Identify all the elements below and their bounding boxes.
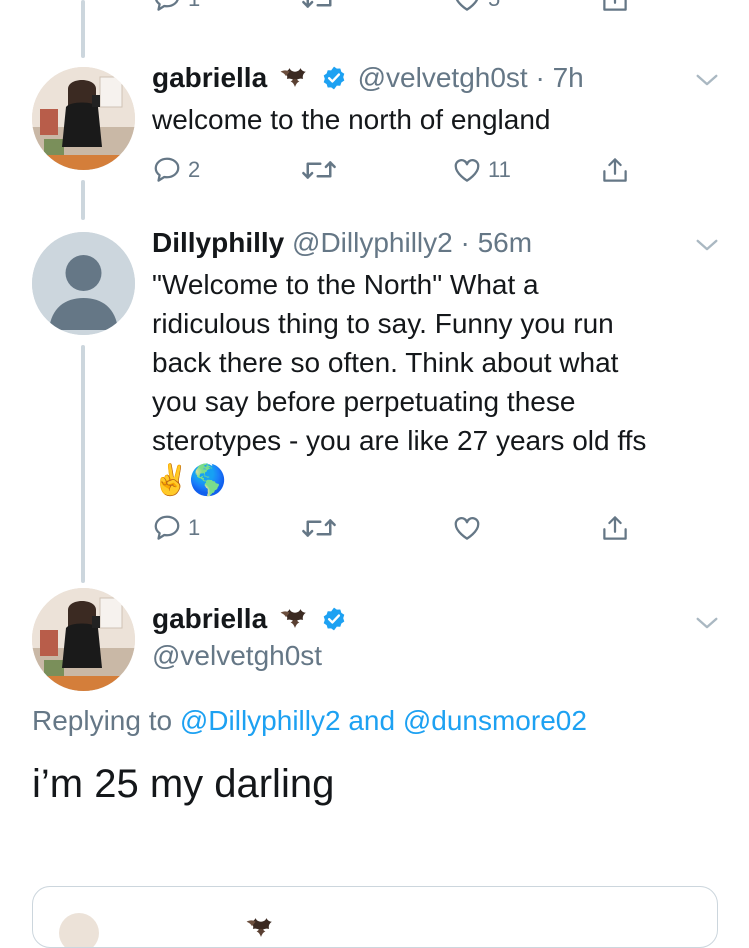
dot-separator: · xyxy=(452,227,478,258)
tweet-text-line: "Welcome to the North" What a xyxy=(152,269,539,300)
display-name[interactable]: gabriella xyxy=(152,603,267,634)
like-action[interactable] xyxy=(452,513,482,543)
retweet-icon xyxy=(300,513,338,543)
share-icon xyxy=(600,155,630,185)
handle[interactable]: @Dillyphilly2 xyxy=(292,227,453,258)
reply-icon xyxy=(152,513,182,543)
tweet-text-line: back there so often. Think about what xyxy=(152,347,619,378)
reply-action[interactable]: 1 xyxy=(152,513,200,543)
share-icon xyxy=(600,513,630,543)
thread-line-top xyxy=(81,0,85,58)
bat-icon xyxy=(277,604,313,634)
reply-icon xyxy=(152,0,182,14)
timestamp[interactable]: 56m xyxy=(478,227,532,258)
like-action[interactable]: 11 xyxy=(452,155,511,185)
timestamp[interactable]: 7h xyxy=(553,62,584,93)
mention-dillyphilly[interactable]: @Dillyphilly2 xyxy=(180,705,341,736)
thread-line-1 xyxy=(81,180,85,220)
thread-line-2 xyxy=(81,345,85,583)
handle[interactable]: @velvetgh0st xyxy=(358,62,528,93)
like-icon xyxy=(452,513,482,543)
top-like-count: 5 xyxy=(488,0,500,12)
like-count: 11 xyxy=(488,157,511,182)
tweet-text-line: you say before perpetuating these xyxy=(152,386,576,417)
top-reply-action[interactable]: 1 xyxy=(152,0,200,14)
replying-to: Replying to @Dillyphilly2 and @dunsmore0… xyxy=(32,705,587,737)
default-avatar-icon xyxy=(32,232,135,335)
chevron-down-icon[interactable] xyxy=(693,66,721,94)
handle[interactable]: @velvetgh0st xyxy=(152,640,322,672)
display-name[interactable]: gabriella xyxy=(152,62,267,93)
replying-prefix: Replying to xyxy=(32,705,173,736)
top-like-action[interactable]: 5 xyxy=(452,0,500,14)
tweet-text-line: ridiculous thing to say. Funny you run xyxy=(152,308,614,339)
share-action[interactable] xyxy=(600,155,630,185)
retweet-action[interactable] xyxy=(300,513,338,543)
like-icon xyxy=(452,155,482,185)
tweet-text: "Welcome to the North" What a ridiculous… xyxy=(152,265,646,502)
share-action[interactable] xyxy=(600,513,630,543)
focused-tweet-text: i’m 25 my darling xyxy=(32,762,335,806)
quoted-avatar xyxy=(59,913,99,947)
reply-count: 1 xyxy=(188,515,201,540)
replying-and[interactable]: and xyxy=(348,705,395,736)
tweet-text-line: sterotypes - you are like 27 years old f… xyxy=(152,425,647,456)
share-icon xyxy=(600,0,630,14)
dot-separator: · xyxy=(527,62,553,93)
like-icon xyxy=(452,0,482,14)
tweet-header: Dillyphilly @Dillyphilly2 · 56m xyxy=(152,227,532,259)
verified-icon xyxy=(321,606,347,632)
mention-dunsmore[interactable]: @dunsmore02 xyxy=(403,705,587,736)
display-name[interactable]: Dillyphilly xyxy=(152,227,284,258)
reply-icon xyxy=(152,155,182,185)
bat-icon xyxy=(243,913,279,943)
retweet-icon xyxy=(300,155,338,185)
reply-action[interactable]: 2 xyxy=(152,155,200,185)
bat-icon xyxy=(277,63,313,93)
reply-count: 2 xyxy=(188,157,201,182)
tweet-header: gabriella xyxy=(152,603,347,635)
tweet-header: gabriella @velvetgh0st · 7h xyxy=(152,62,584,94)
retweet-icon xyxy=(300,0,338,14)
avatar-gabriella[interactable] xyxy=(32,67,135,170)
chevron-down-icon[interactable] xyxy=(693,609,721,637)
tweet-text: welcome to the north of england xyxy=(152,104,551,135)
top-reply-count: 1 xyxy=(188,0,200,12)
quoted-tweet-card[interactable] xyxy=(32,886,718,948)
verified-icon xyxy=(321,65,347,91)
retweet-action[interactable] xyxy=(300,155,338,185)
top-share-action[interactable] xyxy=(600,0,630,14)
chevron-down-icon[interactable] xyxy=(693,231,721,259)
avatar-dillyphilly[interactable] xyxy=(32,232,135,335)
top-retweet-action[interactable] xyxy=(300,0,338,14)
avatar-gabriella[interactable] xyxy=(32,588,135,691)
tweet-emoji: ✌️🌎 xyxy=(152,464,227,497)
